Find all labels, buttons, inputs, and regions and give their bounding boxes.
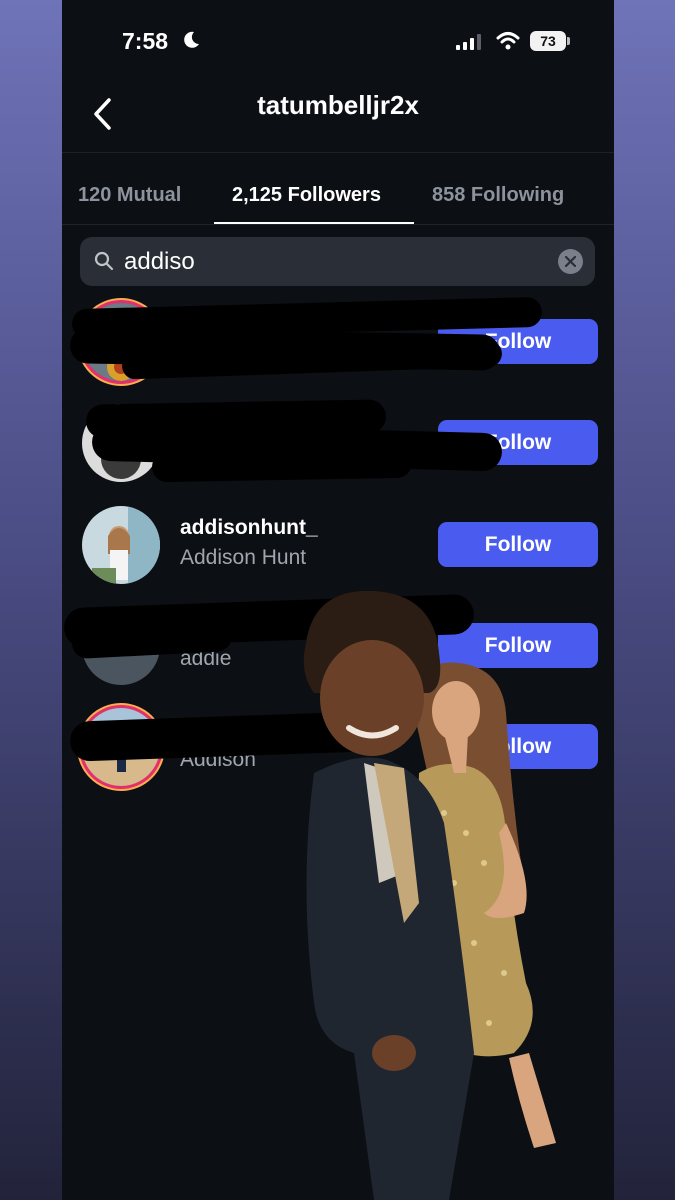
page-title: tatumbelljr2x [257,90,419,120]
phone-screen: 7:58 73 tatumbelljr2x 120 Mutual 2,125 F… [62,0,614,1200]
search-icon [94,251,114,271]
follow-button[interactable]: Follow [438,522,598,567]
avatar[interactable] [82,506,160,584]
avatar-photo [82,506,160,584]
search-bar[interactable]: addiso [80,237,595,286]
redaction-mark [151,447,413,483]
username[interactable]: addisonhunt_ [180,516,318,540]
tab-mutual[interactable]: 120 Mutual [78,184,181,207]
tab-followers[interactable]: 2,125 Followers [232,184,381,207]
close-icon [565,256,576,267]
status-time: 7:58 [122,28,169,54]
couple-photo-sticker [303,590,556,1200]
search-input[interactable]: addiso [124,237,195,286]
battery-tip [567,37,570,45]
list-item[interactable]: addisonhunt_ Addison Hunt Follow [62,500,614,590]
list-item[interactable]: Follow [62,296,614,387]
cellular-signal-icon [456,34,481,50]
clear-search-button[interactable] [558,249,583,274]
wifi-icon [496,32,520,50]
list-item[interactable]: Follow [62,398,614,488]
header-divider [62,152,614,153]
battery-indicator: 73 [530,31,566,51]
full-name: Addison Hunt [180,546,307,569]
moon-icon [184,31,199,48]
tab-bar: 120 Mutual 2,125 Followers 858 Following [62,176,614,224]
tab-divider [62,224,614,225]
tab-following[interactable]: 858 Following [432,184,564,207]
